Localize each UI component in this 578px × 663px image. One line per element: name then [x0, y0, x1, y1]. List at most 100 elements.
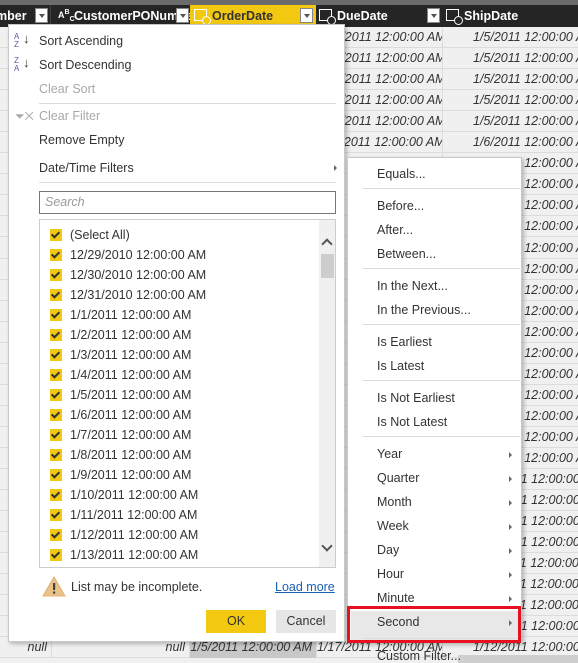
clear-filter-icon: ⏷✕: [15, 109, 34, 123]
submenu-item-week[interactable]: Week: [377, 519, 409, 533]
submenu-item-day[interactable]: Day: [377, 543, 399, 557]
scroll-down-icon[interactable]: [321, 540, 333, 552]
separator: [363, 324, 520, 325]
checklist-item-label: 1/2/2011 12:00:00 AM: [70, 328, 192, 342]
scroll-up-icon[interactable]: [321, 238, 333, 250]
submenu-item-equals[interactable]: Equals...: [377, 167, 426, 181]
checkbox-checked-icon[interactable]: [50, 509, 62, 521]
sort-ascending-item[interactable]: Sort Ascending: [39, 34, 123, 48]
submenu-item-is-not-latest[interactable]: Is Not Latest: [377, 415, 447, 429]
checklist-item-label: 1/14/2011 12:00:00 AM: [70, 565, 198, 567]
submenu-arrow-icon: [334, 165, 337, 171]
submenu-item-is-earliest[interactable]: Is Earliest: [377, 335, 432, 349]
separator: [363, 436, 520, 437]
checklist-item-label: 1/13/2011 12:00:00 AM: [70, 548, 199, 562]
submenu-item-minute[interactable]: Minute: [377, 591, 415, 605]
column-header-shipdate[interactable]: ShipDate: [444, 5, 578, 27]
checkbox-checked-icon[interactable]: [50, 449, 62, 461]
checkbox-checked-icon[interactable]: [50, 309, 62, 321]
checkbox-checked-icon[interactable]: [50, 269, 62, 281]
datetime-icon: [194, 9, 211, 25]
checklist-item-label: 1/12/2011 12:00:00 AM: [70, 528, 199, 542]
submenu-arrow-icon: [509, 476, 512, 482]
checklist-item-label: 1/10/2011 12:00:00 AM: [70, 488, 199, 502]
submenu-item-hour[interactable]: Hour: [377, 567, 404, 581]
checkbox-checked-icon[interactable]: [50, 429, 62, 441]
remove-empty-item[interactable]: Remove Empty: [39, 133, 124, 147]
column-filter-dropdown[interactable]: [427, 8, 440, 23]
submenu-arrow-icon: [509, 524, 512, 530]
checkbox-checked-icon[interactable]: [50, 329, 62, 341]
datetime-filters-item[interactable]: Date/Time Filters: [39, 161, 134, 175]
checklist-item-label: 1/8/2011 12:00:00 AM: [70, 448, 192, 462]
list-incomplete-warning: List may be incomplete.: [71, 580, 203, 594]
checkbox-checked-icon[interactable]: [50, 369, 62, 381]
column-label: ShipDate: [464, 9, 519, 23]
checkbox-checked-icon[interactable]: [50, 389, 62, 401]
ok-button[interactable]: OK: [206, 610, 266, 633]
checkbox-checked-icon[interactable]: [50, 489, 62, 501]
submenu-item-is-not-earliest[interactable]: Is Not Earliest: [377, 391, 455, 405]
separator: [363, 268, 520, 269]
checkbox-checked-icon[interactable]: [50, 549, 62, 561]
clear-filter-item[interactable]: Clear Filter: [39, 109, 100, 123]
submenu-item-is-latest[interactable]: Is Latest: [377, 359, 424, 373]
table-cell[interactable]: 1/5/2011 12:00:00 AM: [443, 69, 578, 90]
table-cell[interactable]: 1/5/2011 12:00:00 AM: [443, 90, 578, 111]
submenu-item-custom-filter[interactable]: Custom Filter...: [377, 649, 461, 663]
checklist-item-label: 1/5/2011 12:00:00 AM: [70, 388, 192, 402]
warning-icon: [42, 576, 66, 597]
submenu-item-after[interactable]: After...: [377, 223, 413, 237]
checkbox-checked-icon[interactable]: [50, 249, 62, 261]
horizontal-scrollbar[interactable]: [458, 655, 578, 663]
datetime-filters-submenu: Equals... Before... After... Between... In t…: [347, 157, 522, 663]
sort-descending-item[interactable]: Sort Descending: [39, 58, 131, 72]
search-input[interactable]: Search: [39, 191, 336, 214]
submenu-arrow-icon: [509, 572, 512, 578]
submenu-arrow-icon: [509, 452, 512, 458]
highlight-box: [347, 606, 521, 643]
table-cell[interactable]: 1/5/2011 12:00:00 AM: [443, 48, 578, 69]
checkbox-checked-icon[interactable]: [50, 229, 62, 241]
table-cell[interactable]: 1/5/2011 12:00:00 AM: [443, 111, 578, 132]
sort-descending-icon: ZA: [14, 56, 20, 73]
text-abc-icon: ABC: [58, 9, 75, 23]
load-more-link[interactable]: Load more: [275, 580, 335, 594]
submenu-item-before[interactable]: Before...: [377, 199, 424, 213]
clear-sort-item[interactable]: Clear Sort: [39, 82, 95, 96]
checkbox-checked-icon[interactable]: [50, 409, 62, 421]
sort-arrow-icon: ↓: [23, 31, 30, 46]
vertical-scrollbar[interactable]: [319, 220, 335, 567]
submenu-item-in-the-previous[interactable]: In the Previous...: [377, 303, 471, 317]
datetime-icon: [319, 9, 336, 25]
checkbox-checked-icon[interactable]: [50, 469, 62, 481]
submenu-item-year[interactable]: Year: [377, 447, 402, 461]
value-checklist: (Select All) 12/29/2010 12:00:00 AM 12/30/…: [39, 219, 336, 568]
checklist-item-label: 1/7/2011 12:00:00 AM: [70, 428, 192, 442]
scrollbar-thumb[interactable]: [321, 254, 334, 278]
checkbox-checked-icon[interactable]: [50, 529, 62, 541]
sort-arrow-icon: ↓: [23, 55, 30, 70]
submenu-item-between[interactable]: Between...: [377, 247, 436, 261]
table-cell[interactable]: 1/6/2011 12:00:00 AM: [443, 132, 578, 153]
checklist-item-label: 12/30/2010 12:00:00 AM: [70, 268, 207, 282]
submenu-item-month[interactable]: Month: [377, 495, 412, 509]
datetime-icon: [446, 9, 463, 25]
checkbox-checked-icon[interactable]: [50, 289, 62, 301]
checkbox-checked-icon[interactable]: [50, 349, 62, 361]
cancel-button[interactable]: Cancel: [276, 610, 336, 633]
checklist-item-label: 1/4/2011 12:00:00 AM: [70, 368, 192, 382]
checklist-item-label: 1/3/2011 12:00:00 AM: [70, 348, 192, 362]
submenu-item-in-the-next[interactable]: In the Next...: [377, 279, 448, 293]
checklist-item-label: 1/6/2011 12:00:00 AM: [70, 408, 192, 422]
column-filter-dropdown[interactable]: [35, 8, 48, 23]
separator: [363, 380, 520, 381]
column-filter-dropdown[interactable]: [300, 8, 313, 23]
checklist-item-label: 12/31/2010 12:00:00 AM: [70, 288, 207, 302]
column-filter-menu: A Z ↓ Sort Ascending Z A ↓ Sort Descending C…: [8, 24, 345, 642]
checklist-item-label: (Select All): [70, 228, 130, 242]
checklist-item-label: 1/11/2011 12:00:00 AM: [70, 508, 198, 522]
submenu-item-quarter[interactable]: Quarter: [377, 471, 419, 485]
column-filter-dropdown[interactable]: [176, 8, 189, 23]
table-cell[interactable]: 1/5/2011 12:00:00 AM: [443, 27, 578, 48]
